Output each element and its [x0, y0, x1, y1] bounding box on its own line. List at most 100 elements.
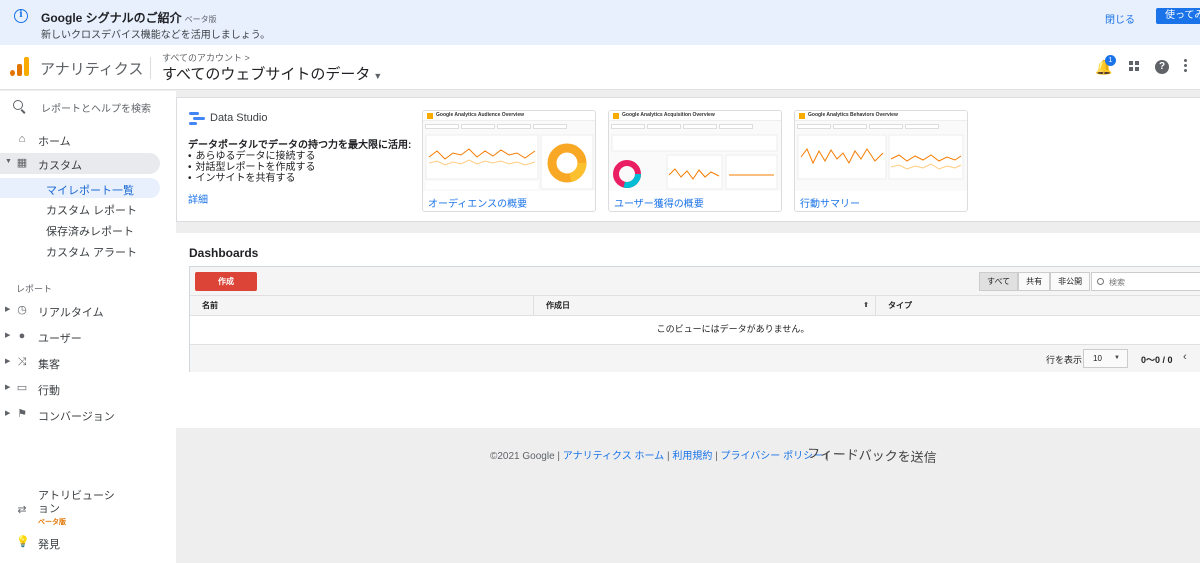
home-icon: ⌂ [18, 133, 26, 145]
rows-per-page-select[interactable]: 10 ▼ [1083, 349, 1128, 368]
banner-title: Google シグナルのご紹介 ベータ版 [41, 11, 217, 25]
sidebar-item-discover[interactable]: 💡 発見 [0, 532, 176, 553]
template-caption[interactable]: 行動サマリー [800, 195, 860, 210]
notification-badge: 1 [1105, 55, 1116, 66]
dashboards-table: 作成 すべて 共有 非公開 検索 名前 作成日 ⬆ タイプ このビューにはデータが… [189, 266, 1200, 372]
data-studio-name: Data Studio [210, 112, 268, 124]
template-acquisition-overview[interactable]: Google Analytics Acquisition Overview ユー… [608, 110, 782, 212]
template-thumbnail: Google Analytics Audience Overview [423, 111, 595, 191]
expand-right-icon: ▶ [5, 306, 11, 313]
template-caption[interactable]: オーディエンスの概要 [428, 195, 527, 210]
banner-use-button[interactable]: 使ってみる [1156, 8, 1200, 24]
list-item: あらゆるデータに接続する [188, 151, 316, 162]
template-thumbnail: Google Analytics Behaviors Overview [795, 111, 967, 191]
table-toolbar: 作成 すべて 共有 非公開 検索 [190, 267, 1200, 296]
more-vert-icon[interactable] [1184, 59, 1188, 75]
help-icon[interactable]: ? [1155, 60, 1169, 74]
acquisition-icon: ⤨ [17, 356, 27, 368]
visibility-filter: すべて 共有 非公開 [979, 272, 1091, 291]
person-icon: ● [18, 330, 26, 342]
attribution-beta-label: ベータ版 [38, 519, 66, 526]
app-name[interactable]: アナリティクス [40, 58, 143, 79]
analytics-logo[interactable] [10, 56, 30, 76]
behavior-icon: ▭ [16, 382, 28, 394]
lightbulb-icon: 💡 [16, 536, 30, 548]
prev-page-icon[interactable]: ‹ [1183, 351, 1187, 363]
table-search-placeholder: 検索 [1109, 278, 1125, 287]
footer: ©2021 Google | アナリティクス ホーム | 利用規約 | プライバ… [490, 451, 829, 462]
reports-section-label: レポート [16, 284, 53, 294]
rows-label: 行を表示 [1046, 355, 1083, 365]
dashboard-icon: ▦ [16, 157, 28, 169]
template-behavior-overview[interactable]: Google Analytics Behaviors Overview 行動サマ… [794, 110, 968, 212]
column-name[interactable]: 名前 [190, 296, 534, 316]
sidebar-item-custom-reports[interactable]: カスタム レポート [0, 198, 176, 218]
thumbnail-chart [797, 134, 964, 180]
filter-private-button[interactable]: 非公開 [1050, 272, 1091, 291]
sidebar-item-audience[interactable]: ▶ ● ユーザー [0, 326, 176, 347]
template-caption[interactable]: ユーザー獲得の概要 [614, 195, 704, 210]
footer-link-home[interactable]: アナリティクス ホーム [563, 451, 664, 462]
dashboards-title: Dashboards [189, 246, 259, 260]
attribution-icon: ⇄ [17, 504, 27, 516]
signals-banner: i Google シグナルのご紹介 ベータ版 新しいクロスデバイス機能などを活用し… [0, 0, 1200, 45]
expand-right-icon: ▶ [5, 332, 11, 339]
table-pager: 行を表示 10 ▼ 0～0 / 0 ‹ [190, 344, 1200, 372]
column-type[interactable]: タイプ [876, 296, 1200, 316]
sidebar-search[interactable]: レポートとヘルプを検索 [0, 91, 176, 121]
create-dashboard-button[interactable]: 作成 [195, 272, 257, 291]
clock-icon: ◷ [17, 304, 27, 316]
header-divider [150, 57, 151, 79]
banner-close-button[interactable]: 閉じる [1105, 11, 1135, 26]
dashboards-card: Dashboards 作成 すべて 共有 非公開 検索 名前 作成日 ⬆ タイプ … [176, 233, 1200, 428]
sidebar-item-my-reports[interactable]: マイレポート一覧 [0, 178, 160, 198]
sidebar-item-acquisition[interactable]: ▶ ⤨ 集客 [0, 352, 176, 373]
template-audience-overview[interactable]: Google Analytics Audience Overview オーディエ… [422, 110, 596, 212]
list-item: インサイトを共有する [188, 173, 316, 184]
banner-beta-label: ベータ版 [184, 15, 217, 24]
caret-down-icon: ▼ [373, 71, 383, 81]
page-range: 0～0 / 0 [1141, 355, 1173, 365]
sidebar: レポートとヘルプを検索 ⌂ ホーム ▼ ▦ カスタム マイレポート一覧 カスタム… [0, 91, 176, 563]
caret-down-icon: ▼ [1114, 355, 1120, 361]
table-header: 名前 作成日 ⬆ タイプ [190, 296, 1200, 316]
expand-down-icon: ▼ [5, 158, 12, 165]
template-thumbnail: Google Analytics Acquisition Overview [609, 111, 781, 191]
filter-shared-button[interactable]: 共有 [1018, 272, 1051, 291]
thumbnail-chart [425, 134, 594, 190]
search-icon [1097, 278, 1104, 285]
data-studio-headline: データポータルでデータの持つ力を最大限に活用: [188, 140, 412, 151]
sidebar-item-saved-reports[interactable]: 保存済みレポート [0, 219, 176, 239]
data-studio-card: Data Studio データポータルでデータの持つ力を最大限に活用: あらゆる… [176, 97, 1200, 222]
sidebar-item-custom[interactable]: ▼ ▦ カスタム [0, 153, 160, 174]
banner-subtitle: 新しいクロスデバイス機能などを活用しましょう。 [41, 30, 271, 41]
flag-icon: ⚑ [17, 408, 27, 420]
copyright: ©2021 Google | [490, 451, 561, 462]
sidebar-item-realtime[interactable]: ▶ ◷ リアルタイム [0, 300, 176, 321]
sidebar-item-behavior[interactable]: ▶ ▭ 行動 [0, 378, 176, 399]
sort-up-icon: ⬆ [863, 302, 869, 309]
table-search-input[interactable]: 検索 [1091, 272, 1200, 291]
column-created[interactable]: 作成日 ⬆ [534, 296, 876, 316]
details-link[interactable]: 詳細 [188, 191, 208, 206]
app-header: アナリティクス すべてのアカウント > すべてのウェブサイトのデータ ▼ 🔔 1 … [0, 45, 1200, 90]
data-studio-icon [189, 112, 205, 126]
sidebar-item-conversions[interactable]: ▶ ⚑ コンバージョン [0, 404, 176, 425]
apps-grid-icon[interactable] [1129, 61, 1140, 72]
sidebar-item-custom-alerts[interactable]: カスタム アラート [0, 240, 176, 260]
property-selector[interactable]: すべてのウェブサイトのデータ ▼ [162, 63, 382, 84]
property-name: すべてのウェブサイトのデータ [162, 66, 371, 83]
expand-right-icon: ▶ [5, 384, 11, 391]
search-icon [13, 100, 23, 110]
sidebar-item-attribution[interactable]: アトリビューション [38, 490, 118, 516]
expand-right-icon: ▶ [5, 410, 11, 417]
footer-link-terms[interactable]: 利用規約 [672, 451, 712, 462]
data-studio-bullets: あらゆるデータに接続する 対話型レポートを作成する インサイトを共有する [188, 151, 316, 184]
feedback-link[interactable]: フィードバックを送信 [807, 443, 937, 467]
thumbnail-chart [611, 134, 778, 190]
info-icon: i [14, 9, 28, 23]
sidebar-search-placeholder: レポートとヘルプを検索 [41, 104, 151, 115]
empty-message: このビューにはデータがありません。 [656, 324, 810, 334]
sidebar-item-home[interactable]: ⌂ ホーム [0, 129, 176, 150]
filter-all-button[interactable]: すべて [979, 272, 1019, 291]
